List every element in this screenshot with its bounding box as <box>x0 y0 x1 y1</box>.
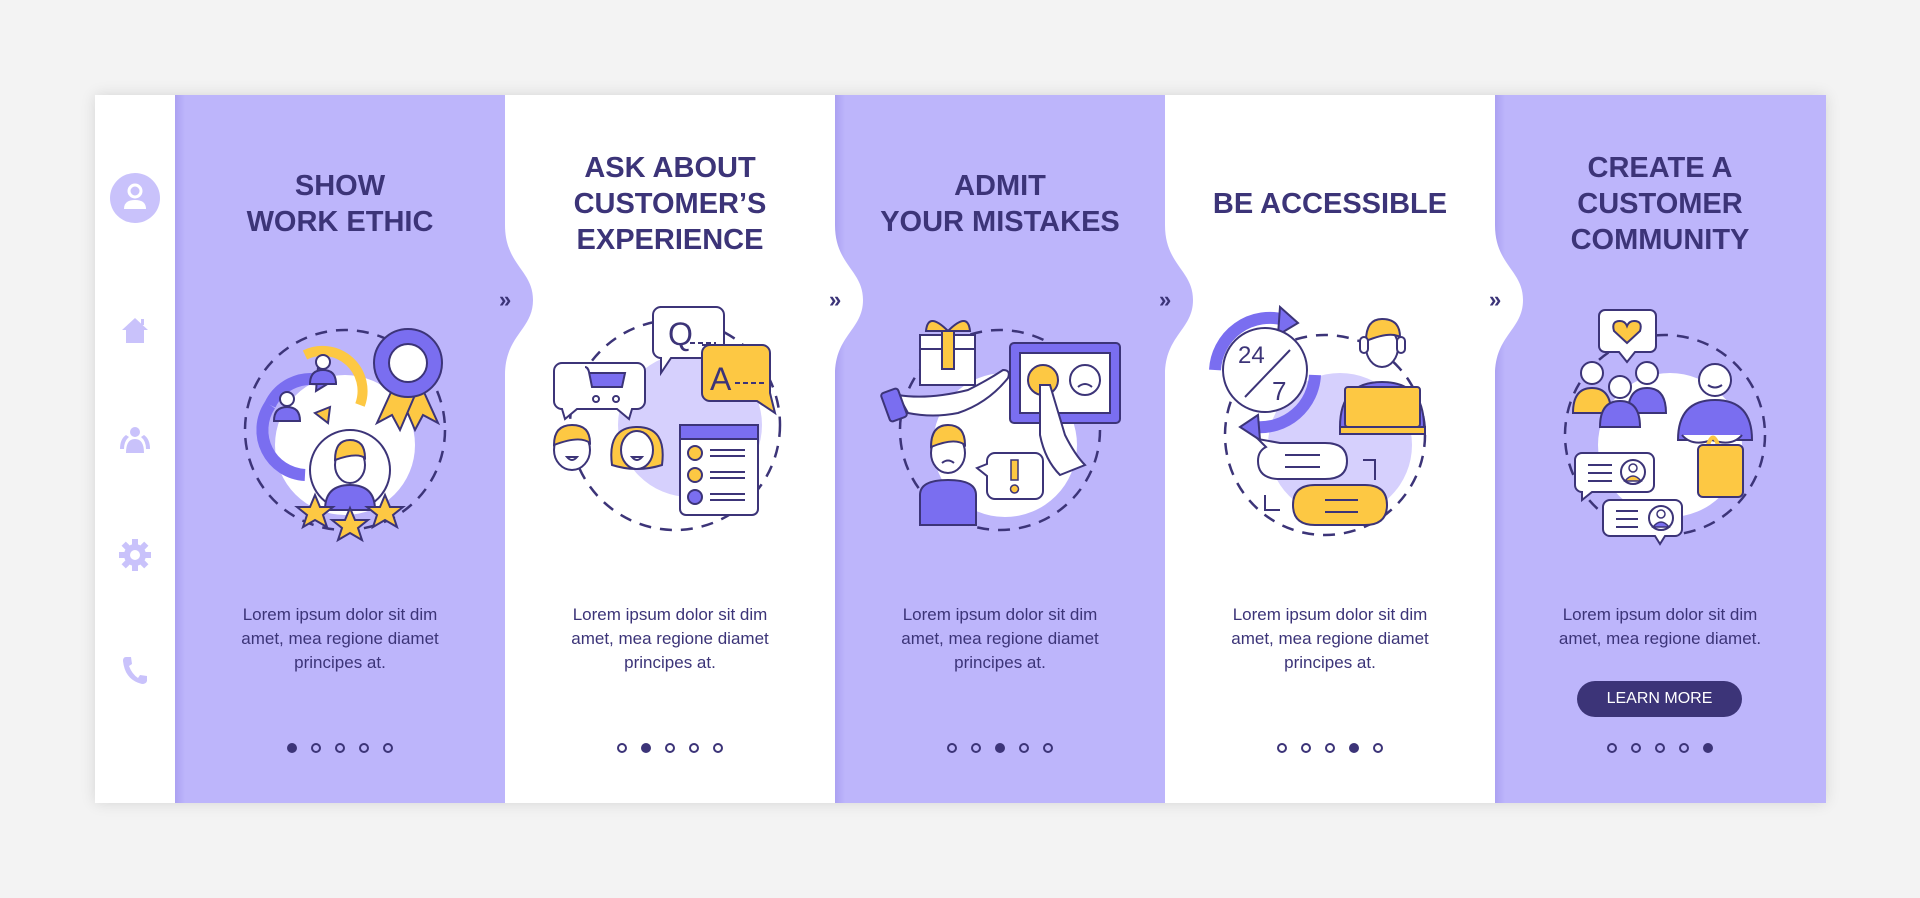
page-dot[interactable] <box>335 743 345 753</box>
onboarding-screen-5: CREATE A CUSTOMER COMMUNITY Lorem ipsum … <box>1495 95 1826 803</box>
customer-woman-icon <box>610 425 664 470</box>
screen-title: CREATE A CUSTOMER COMMUNITY <box>1570 152 1750 256</box>
screen-description: Lorem ipsum dolor sit dim amet, mea regi… <box>1558 605 1762 648</box>
screen-title: SHOW WORK ETHIC <box>246 170 434 238</box>
page-dot[interactable] <box>1631 743 1641 753</box>
page-dot[interactable] <box>1019 743 1029 753</box>
screen-description: Lorem ipsum dolor sit dim amet, mea regi… <box>1231 605 1429 672</box>
checklist-icon <box>679 424 759 516</box>
onboarding-screen-3: ADMIT YOUR MISTAKES Lorem ipsum dolor si… <box>835 95 1165 803</box>
home-icon <box>122 318 148 343</box>
sidebar-item-contact[interactable] <box>95 650 175 690</box>
next-arrow-icon[interactable]: » <box>1159 287 1171 313</box>
page-dot[interactable] <box>1655 743 1665 753</box>
group-icon <box>120 427 150 453</box>
screen-description: Lorem ipsum dolor sit dim amet, mea regi… <box>241 605 439 672</box>
page-dot[interactable] <box>665 743 675 753</box>
svg-text:24: 24 <box>1238 342 1265 369</box>
page-dot[interactable] <box>617 743 627 753</box>
panel-tab-bulge <box>1165 225 1193 375</box>
customer-community-illustration <box>1563 309 1767 546</box>
sidebar <box>95 95 175 803</box>
admit-mistakes-illustration <box>880 320 1121 532</box>
sidebar-item-profile[interactable] <box>95 173 175 223</box>
user-icon <box>110 173 160 223</box>
onboarding-screen-1: SHOW WORK ETHIC Lorem ipsum dolor sit di… <box>175 95 505 803</box>
customer-man-icon <box>552 423 592 471</box>
page-dot[interactable] <box>1373 743 1383 753</box>
next-arrow-icon[interactable]: » <box>1489 287 1501 313</box>
onboarding-screen-4: BE ACCESSIBLE 24 7 Lorem ipsum dolor sit… <box>1165 95 1495 803</box>
pagination-dots <box>505 743 835 753</box>
sidebar-item-home[interactable] <box>95 310 175 350</box>
page-dot[interactable] <box>1607 743 1617 753</box>
page-dot[interactable] <box>689 743 699 753</box>
customer-experience-illustration: Q A <box>552 306 782 532</box>
screen-title: BE ACCESSIBLE <box>1212 188 1448 220</box>
onboarding-card: SHOW WORK ETHIC Lorem ipsum dolor sit di… <box>95 95 1826 803</box>
page-dot-active[interactable] <box>287 743 297 753</box>
next-arrow-icon[interactable]: » <box>829 287 841 313</box>
gear-icon <box>119 539 151 571</box>
panel-tab-bulge <box>835 225 863 375</box>
onboarding-screen-2: ASK ABOUT CUSTOMER’S EXPERIENCE Q A Lore… <box>505 95 835 803</box>
svg-text:Q: Q <box>668 316 693 352</box>
page-dot[interactable] <box>311 743 321 753</box>
sidebar-item-team[interactable] <box>95 420 175 460</box>
work-ethic-illustration <box>243 328 447 543</box>
gift-box-icon <box>919 320 976 386</box>
screen-title: ADMIT YOUR MISTAKES <box>880 170 1120 238</box>
page-dot[interactable] <box>1277 743 1287 753</box>
page-dot-active[interactable] <box>1349 743 1359 753</box>
page-dot[interactable] <box>359 743 369 753</box>
page-dot[interactable] <box>1679 743 1689 753</box>
sidebar-item-settings[interactable] <box>95 535 175 575</box>
page-dot[interactable] <box>1043 743 1053 753</box>
pagination-dots <box>1495 743 1825 753</box>
award-ribbon-icon <box>373 328 443 433</box>
pagination-dots <box>835 743 1165 753</box>
screen-title: ASK ABOUT CUSTOMER’S EXPERIENCE <box>573 152 767 256</box>
accessible-support-illustration: 24 7 <box>1209 304 1427 537</box>
screen-description: Lorem ipsum dolor sit dim amet, mea regi… <box>901 605 1099 672</box>
cart-bubble-icon <box>553 362 646 421</box>
page-dot[interactable] <box>383 743 393 753</box>
screen-description: Lorem ipsum dolor sit dim amet, mea regi… <box>571 605 769 672</box>
page-dot[interactable] <box>1325 743 1335 753</box>
page-dot[interactable] <box>947 743 957 753</box>
pagination-dots <box>1165 743 1495 753</box>
next-arrow-icon[interactable]: » <box>499 287 511 313</box>
pagination-dots <box>175 743 505 753</box>
learn-more-button[interactable]: LEARN MORE <box>1577 681 1742 717</box>
panel-tab-bulge <box>505 225 533 375</box>
warning-bubble-icon <box>975 452 1044 500</box>
page-dot[interactable] <box>1301 743 1311 753</box>
page-dot-active[interactable] <box>641 743 651 753</box>
svg-text:7: 7 <box>1272 376 1286 406</box>
page-dot-active[interactable] <box>995 743 1005 753</box>
svg-text:A: A <box>710 361 732 397</box>
page-dot-active[interactable] <box>1703 743 1713 753</box>
phone-icon <box>123 657 147 684</box>
page-dot[interactable] <box>971 743 981 753</box>
panel-tab-bulge <box>1495 225 1523 375</box>
page-dot[interactable] <box>713 743 723 753</box>
